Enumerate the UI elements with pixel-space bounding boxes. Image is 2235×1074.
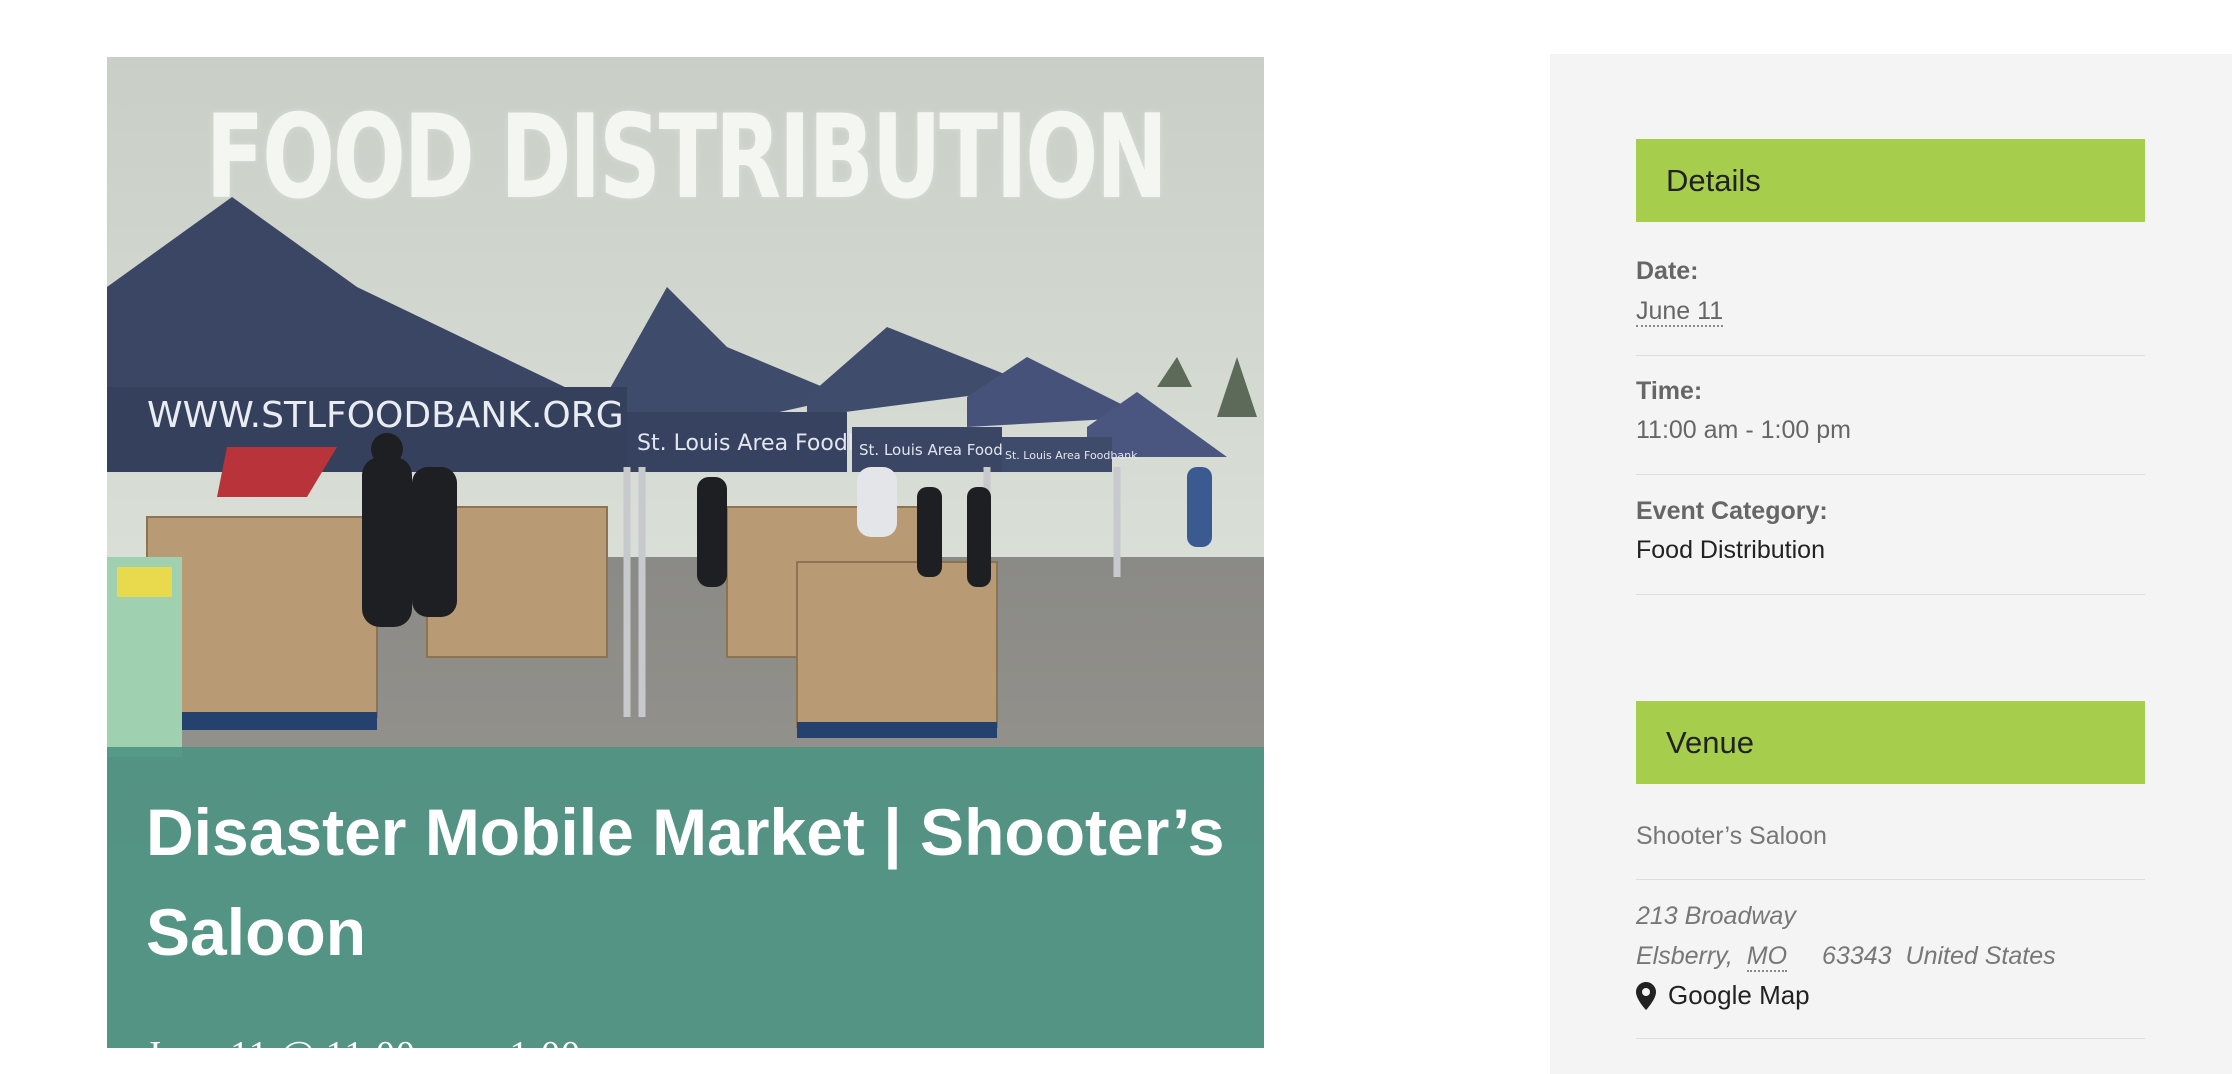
date-label: Date: xyxy=(1636,257,1699,285)
divider xyxy=(1636,474,2145,475)
venue-zip: 63343 xyxy=(1822,942,1892,970)
venue-country: United States xyxy=(1905,942,2056,970)
details-heading: Details xyxy=(1636,139,2145,222)
date-abbr: June 11 xyxy=(1636,297,1724,327)
google-map-link[interactable]: Google Map xyxy=(1636,980,1810,1011)
tent-text: St. Louis Area Foodbank xyxy=(1005,449,1138,462)
divider xyxy=(1636,355,2145,356)
banner-text: FOOD DISTRIBUTION xyxy=(205,89,1167,225)
event-title: Disaster Mobile Market | Shooter’s Saloo… xyxy=(146,795,1225,969)
date-value: June 11 xyxy=(1636,297,1724,327)
venue-heading: Venue xyxy=(1636,701,2145,784)
divider xyxy=(1636,594,2145,595)
venue-city: Elsberry, xyxy=(1636,942,1733,970)
category-label: Event Category: xyxy=(1636,497,1828,525)
time-value: 11:00 am - 1:00 pm xyxy=(1636,416,1851,444)
map-pin-icon xyxy=(1636,981,1656,1010)
event-meta-sidebar: Details Date: June 11 Time: 11:00 am - 1… xyxy=(1550,54,2232,1074)
google-map-label[interactable]: Google Map xyxy=(1668,980,1810,1011)
venue-name: Shooter’s Saloon xyxy=(1636,822,1827,850)
divider xyxy=(1636,1038,2145,1039)
tent-text: WWW.STLFOODBANK.ORG xyxy=(147,395,624,436)
event-datetime: June 11 @ 11:00 am - 1:00 pm xyxy=(146,1033,642,1048)
time-label: Time: xyxy=(1636,377,1703,405)
divider xyxy=(1636,879,2145,880)
venue-state: MO xyxy=(1746,942,1788,972)
hero-banner: FOOD DISTRIBUTION xyxy=(107,57,1264,257)
category-link[interactable]: Food Distribution xyxy=(1636,536,1825,565)
venue-street: 213 Broadway xyxy=(1636,902,1796,930)
venue-locality: Elsberry, MO 63343 United States xyxy=(1636,942,2070,972)
event-featured-image: WWW.STLFOODBANK.ORG St. Louis Area Foodb… xyxy=(107,57,1264,1048)
